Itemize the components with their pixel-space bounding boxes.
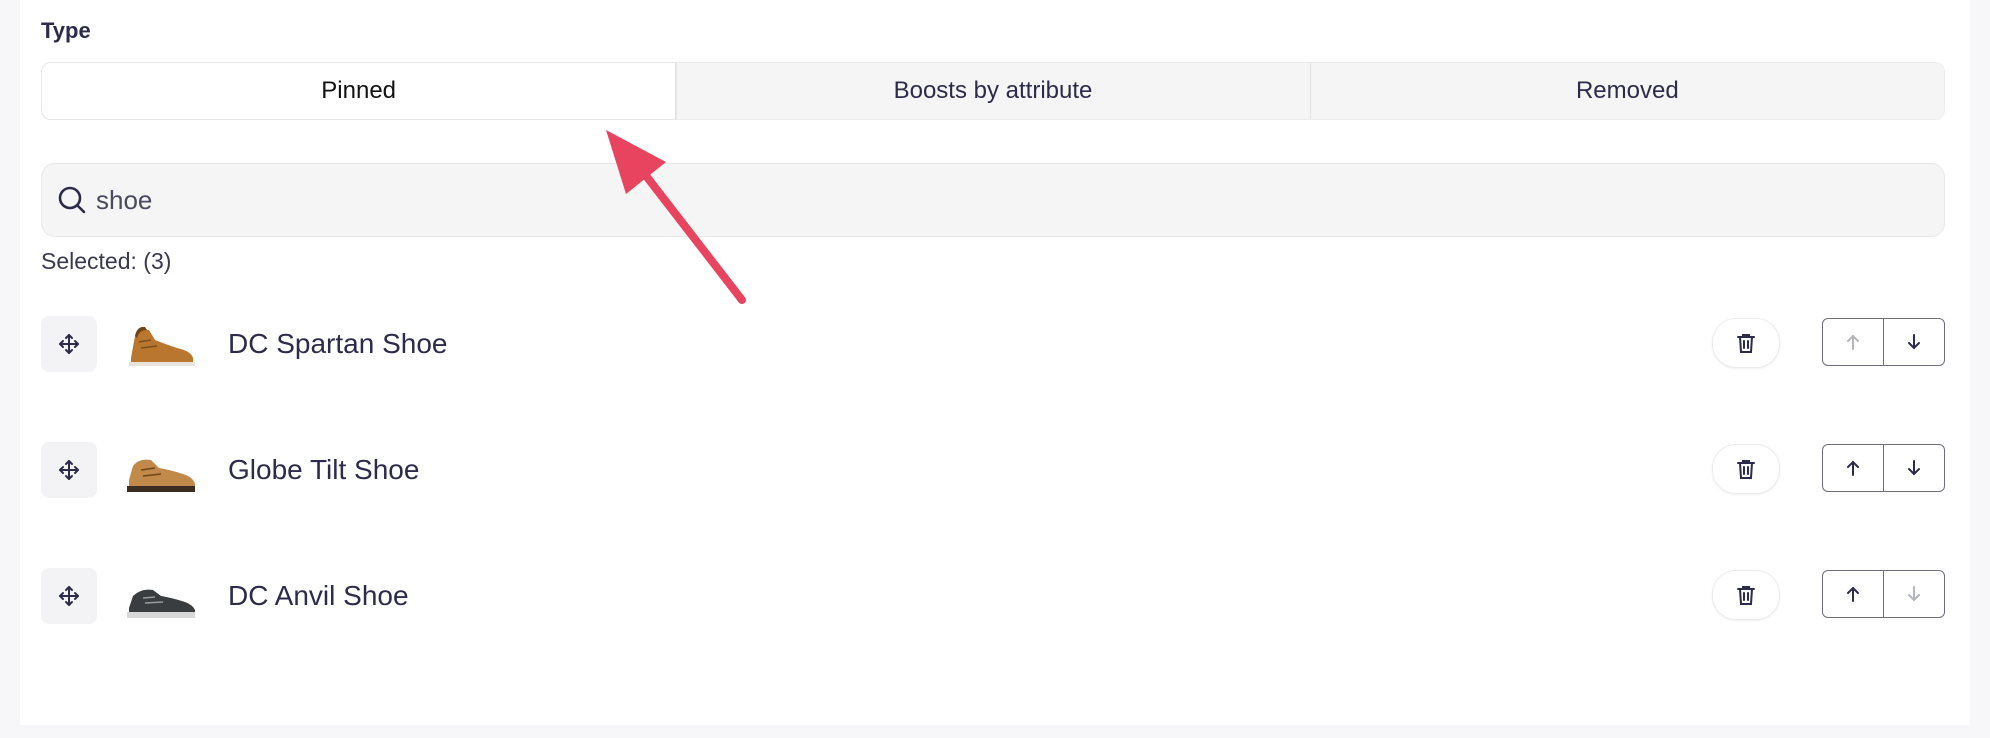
tab-pinned[interactable]: Pinned [42, 63, 677, 119]
delete-button[interactable] [1712, 444, 1780, 494]
arrow-up-icon [1847, 334, 1859, 350]
selected-count: Selected: (3) [41, 248, 172, 274]
trash-icon [1737, 334, 1755, 353]
delete-button[interactable] [1712, 318, 1780, 368]
drag-handle[interactable] [41, 442, 97, 498]
product-thumbnail [127, 459, 195, 492]
arrow-down-icon [1908, 334, 1920, 350]
move-down-button[interactable] [1884, 445, 1944, 491]
reorder-buttons [1822, 318, 1945, 366]
move-down-button[interactable] [1884, 571, 1944, 617]
list-item: DC Anvil Shoe [41, 568, 1945, 628]
list-item: Globe Tilt Shoe [41, 442, 1945, 502]
arrow-down-icon [1908, 460, 1920, 476]
move-down-button[interactable] [1884, 319, 1944, 365]
move-up-button[interactable] [1823, 571, 1884, 617]
product-thumbnail [127, 589, 195, 618]
arrow-down-icon [1908, 586, 1920, 602]
move-icon [59, 334, 79, 354]
tab-boosts-by-attribute[interactable]: Boosts by attribute [676, 63, 1311, 119]
delete-button[interactable] [1712, 570, 1780, 620]
move-icon [59, 460, 79, 480]
drag-handle[interactable] [41, 316, 97, 372]
arrow-up-icon [1847, 460, 1859, 476]
move-up-button[interactable] [1823, 319, 1884, 365]
type-segmented-control: Pinned Boosts by attribute Removed [41, 62, 1945, 120]
list-item: DC Spartan Shoe [41, 316, 1945, 376]
type-label: Type [41, 18, 91, 43]
product-name: Globe Tilt Shoe [228, 454, 420, 485]
tab-removed[interactable]: Removed [1311, 63, 1944, 119]
arrow-up-icon [1847, 586, 1859, 602]
search-icon [58, 186, 86, 214]
trash-icon [1737, 586, 1755, 605]
move-icon [59, 586, 79, 606]
reorder-buttons [1822, 570, 1945, 618]
move-up-button[interactable] [1823, 445, 1884, 491]
search-input[interactable] [94, 163, 1944, 237]
drag-handle[interactable] [41, 568, 97, 624]
search-box [41, 163, 1945, 237]
product-name: DC Spartan Shoe [228, 328, 448, 359]
reorder-buttons [1822, 444, 1945, 492]
product-name: DC Anvil Shoe [228, 580, 409, 611]
product-thumbnail [129, 326, 195, 366]
trash-icon [1737, 460, 1755, 479]
